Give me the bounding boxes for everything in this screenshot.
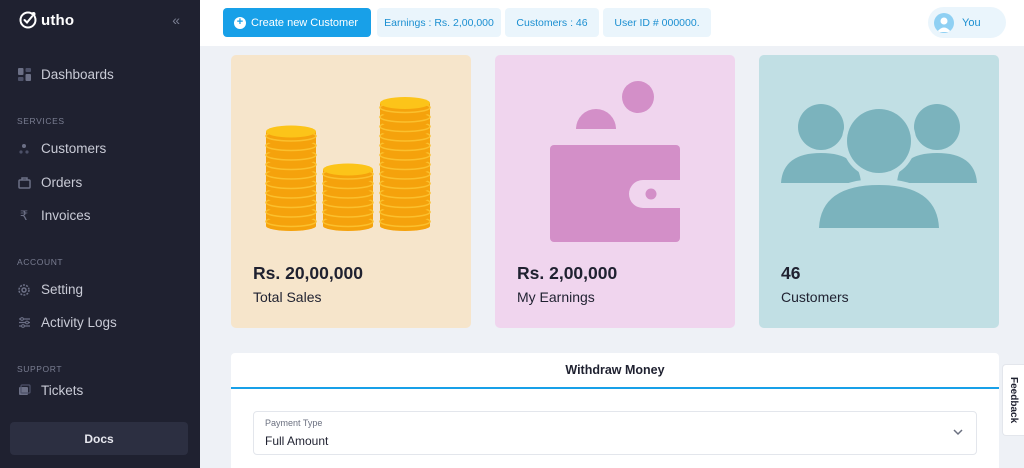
stat-card-total-sales: Rs. 20,00,000 Total Sales [231,55,471,328]
customers-label: Customers [781,289,849,305]
sidebar: utho « Dashboards SERVICES Customers Ord… [0,0,200,468]
collapse-sidebar-icon[interactable]: « [172,12,180,28]
earnings-chip: Earnings : Rs. 2,00,000 [377,8,501,37]
sidebar-item-setting[interactable]: Setting [17,282,83,297]
avatar [934,12,954,33]
customers-value: 46 [781,263,801,283]
sidebar-item-label: Activity Logs [41,315,117,330]
sidebar-item-orders[interactable]: Orders [17,175,82,190]
rupee-icon: ₹ [19,207,29,223]
sidebar-item-label: Invoices [41,208,91,223]
total-sales-label: Total Sales [253,289,322,305]
create-customer-button[interactable]: + Create new Customer [223,8,371,37]
feedback-tab[interactable]: Feedback [1002,364,1024,436]
withdraw-tab[interactable]: Withdraw Money [231,353,999,389]
section-services: SERVICES [17,116,65,126]
orders-icon [17,176,31,190]
payment-type-label: Payment Type [265,418,323,428]
logo-check-icon [19,11,37,29]
withdraw-panel: Withdraw Money Payment Type Full Amount [231,353,999,468]
sliders-icon [17,316,31,330]
sidebar-item-activity-logs[interactable]: Activity Logs [17,315,117,330]
feedback-label: Feedback [1008,376,1019,424]
brand-name: utho [41,11,75,29]
sidebar-item-label: Orders [41,175,83,190]
sidebar-item-label: Tickets [41,383,84,398]
customers-chip: Customers : 46 [505,8,599,37]
ticket-icon [17,384,31,398]
people-icon [781,104,977,232]
user-label: You [962,16,981,29]
my-earnings-value: Rs. 2,00,000 [517,263,618,283]
sidebar-item-tickets[interactable]: Tickets [17,383,83,398]
coins-icon [265,97,431,231]
stat-card-customers: 46 Customers [759,55,999,328]
dashboard-icon [17,68,31,82]
stat-card-my-earnings: Rs. 2,00,000 My Earnings [495,55,735,328]
gear-icon [17,283,31,297]
docs-button[interactable]: Docs [10,422,188,455]
sidebar-item-invoices[interactable]: ₹ Invoices [17,207,91,224]
brand-logo[interactable]: utho [18,10,74,30]
user-id-chip: User ID # 000000. [603,8,711,37]
total-sales-value: Rs. 20,00,000 [253,263,363,283]
sidebar-item-dashboards[interactable]: Dashboards [17,67,114,82]
wallet-icon [550,81,680,242]
user-menu[interactable]: You [928,7,1006,38]
customers-icon [17,142,31,156]
sidebar-item-label: Dashboards [41,67,114,82]
payment-type-value: Full Amount [265,434,329,448]
sidebar-item-label: Customers [41,141,107,156]
create-customer-label: Create new Customer [251,16,358,29]
sidebar-item-customers[interactable]: Customers [17,141,106,156]
section-support: SUPPORT [17,364,63,374]
section-account: ACCOUNT [17,257,64,267]
my-earnings-label: My Earnings [517,289,595,305]
sidebar-item-label: Setting [41,282,84,297]
chevron-down-icon [953,429,963,436]
plus-icon: + [234,16,246,29]
payment-type-select[interactable]: Payment Type Full Amount [253,411,977,455]
top-bar: + Create new Customer You Earnings : Rs.… [200,0,1024,46]
